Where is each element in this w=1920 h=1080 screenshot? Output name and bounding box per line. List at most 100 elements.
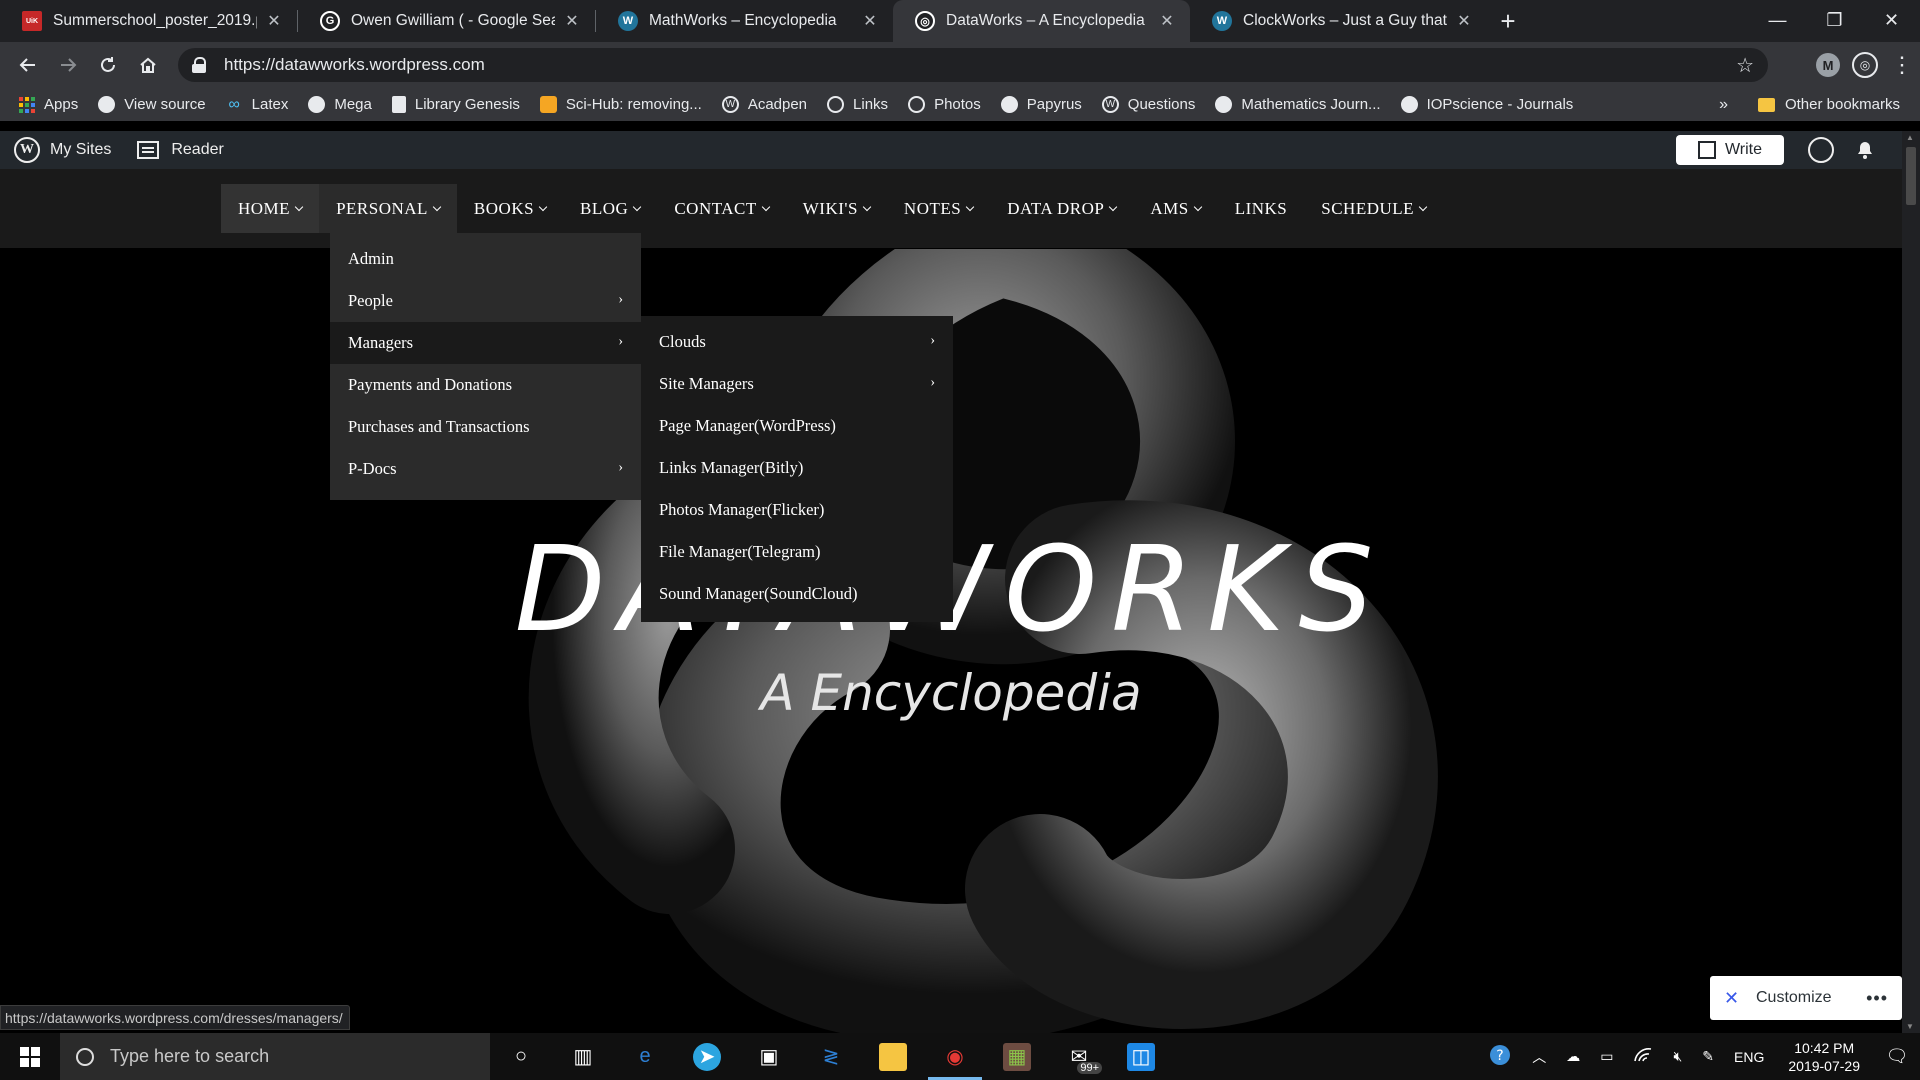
nav-item-ams[interactable]: AMS	[1133, 184, 1217, 233]
volume-muted-icon[interactable]: 🔇︎	[1673, 1048, 1682, 1065]
write-button[interactable]: Write	[1676, 135, 1784, 165]
chrome-taskbar-button[interactable]: ◉	[924, 1033, 986, 1080]
close-tab-icon[interactable]: ✕	[1455, 11, 1473, 31]
submenu-item-page-manager-wordpress[interactable]: Page Manager(WordPress)	[641, 405, 953, 447]
language-indicator[interactable]: ENG	[1734, 1049, 1764, 1065]
taskbar-search-box[interactable]: Type here to search	[60, 1033, 490, 1080]
submenu-item-payments-and-donations[interactable]: Payments and Donations	[330, 364, 641, 406]
scroll-up-icon[interactable]: ▲	[1906, 133, 1914, 142]
page-scrollbar[interactable]: ▲ ▼	[1902, 131, 1920, 1033]
bookmark-item[interactable]: Mega	[308, 96, 372, 113]
close-tab-icon[interactable]: ✕	[265, 11, 283, 31]
bookmark-item[interactable]: Papyrus	[1000, 96, 1082, 113]
home-button[interactable]	[128, 45, 168, 85]
reload-button[interactable]	[88, 45, 128, 85]
task-view-taskbar-button[interactable]: ▥	[552, 1033, 614, 1080]
bookmark-item[interactable]: Mathematics Journ...	[1215, 96, 1381, 113]
bookmark-item[interactable]: Links	[827, 96, 888, 113]
submenu-item-purchases-and-transactions[interactable]: Purchases and Transactions	[330, 406, 641, 448]
scrollbar-thumb[interactable]	[1906, 147, 1916, 205]
nav-item-schedule[interactable]: SCHEDULE	[1304, 184, 1443, 233]
edge-taskbar-button[interactable]: e	[614, 1033, 676, 1080]
visual-studio-taskbar-button[interactable]: ≷	[800, 1033, 862, 1080]
scroll-down-icon[interactable]: ▼	[1906, 1022, 1914, 1031]
submenu-item-file-manager-telegram[interactable]: File Manager(Telegram)	[641, 531, 953, 573]
nav-item-blog[interactable]: BLOG	[563, 184, 657, 233]
notifications-bell-icon[interactable]	[1854, 139, 1876, 161]
battery-icon[interactable]: ▭	[1600, 1048, 1613, 1065]
close-tab-icon[interactable]: ✕	[1158, 11, 1176, 31]
onedrive-cloud-icon[interactable]: ☁	[1566, 1048, 1580, 1065]
bookmark-item[interactable]: ∞ Latex	[226, 96, 288, 114]
close-window-button[interactable]: ✕	[1863, 0, 1920, 40]
cortana-taskbar-button[interactable]: ○	[490, 1033, 552, 1080]
other-bookmarks-folder[interactable]: Other bookmarks	[1757, 96, 1900, 113]
customize-button[interactable]: ✕ Customize •••	[1710, 976, 1902, 1020]
browser-tab-strip: UiK Summerschool_poster_2019.pdf ✕ G Owen Gw…	[0, 0, 1920, 42]
wifi-icon[interactable]	[1633, 1047, 1653, 1066]
bookmark-item[interactable]: Apps	[18, 96, 78, 113]
forward-button[interactable]	[48, 45, 88, 85]
submenu-item-sound-manager-soundcloud[interactable]: Sound Manager(SoundCloud)	[641, 573, 953, 615]
restore-button[interactable]: ❐	[1806, 0, 1863, 40]
bookmark-star-icon[interactable]: ☆	[1736, 53, 1754, 78]
mail-taskbar-button[interactable]: ✉ 99+	[1048, 1033, 1110, 1080]
dataworks-extension-icon[interactable]: ◎	[1852, 52, 1878, 78]
user-avatar[interactable]	[1808, 137, 1834, 163]
pen-workspace-icon[interactable]: ✎	[1702, 1048, 1714, 1065]
nav-item-personal[interactable]: PERSONAL	[319, 184, 457, 233]
bookmark-item[interactable]: View source	[98, 96, 206, 113]
file-explorer-taskbar-button[interactable]: ▬	[862, 1033, 924, 1080]
minecraft-taskbar-button[interactable]: ▦	[986, 1033, 1048, 1080]
submenu-item-people[interactable]: People ›	[330, 280, 641, 322]
browser-tab[interactable]: W ClockWorks – Just a Guy that LOV ✕	[1190, 0, 1487, 42]
help-icon[interactable]: ?	[1488, 1043, 1512, 1070]
store-taskbar-button[interactable]: ▣	[738, 1033, 800, 1080]
start-button[interactable]	[0, 1033, 60, 1080]
browser-tab[interactable]: UiK Summerschool_poster_2019.pdf ✕	[0, 0, 297, 42]
bookmark-item[interactable]: Library Genesis	[391, 96, 520, 113]
nav-item-data-drop[interactable]: DATA DROP	[990, 184, 1133, 233]
browser-menu-icon[interactable]: ⋮	[1890, 52, 1914, 78]
customize-more-icon[interactable]: •••	[1866, 988, 1888, 1009]
bookmark-item[interactable]: Sci-Hub: removing...	[539, 96, 702, 113]
bookmarks-overflow-button[interactable]: »	[1719, 96, 1728, 114]
bookmark-item[interactable]: W Acadpen	[721, 96, 807, 113]
bookmarks-bar: Apps View source ∞ Latex Mega Library Genesis…	[0, 88, 1920, 121]
submenu-item-p-docs[interactable]: P-Docs ›	[330, 448, 641, 490]
submenu-item-site-managers[interactable]: Site Managers ›	[641, 363, 953, 405]
back-button[interactable]	[8, 45, 48, 85]
nav-item-contact[interactable]: CONTACT	[657, 184, 785, 233]
my-sites-button[interactable]: W My Sites	[14, 137, 111, 163]
bookmark-item[interactable]: Photos	[908, 96, 981, 113]
browser-tab[interactable]: W MathWorks – Encyclopedia ✕	[596, 0, 893, 42]
nav-item-books[interactable]: BOOKS	[457, 184, 563, 233]
app-taskbar-button[interactable]: ◫	[1110, 1033, 1172, 1080]
browser-tab[interactable]: ◎ DataWorks – A Encyclopedia ✕	[893, 0, 1190, 42]
close-tab-icon[interactable]: ✕	[861, 11, 879, 31]
browser-toolbar: https://datawworks.wordpress.com ☆ M ◎ ⋮	[0, 42, 1920, 88]
browser-tab[interactable]: G Owen Gwilliam ( - Google Search ✕	[298, 0, 595, 42]
submenu-item-clouds[interactable]: Clouds ›	[641, 321, 953, 363]
profile-avatar[interactable]: M	[1816, 53, 1840, 77]
bookmark-item[interactable]: W Questions	[1101, 96, 1195, 113]
nav-item-notes[interactable]: NOTES	[887, 184, 990, 233]
minimize-button[interactable]: —	[1749, 0, 1806, 40]
submenu-item-links-manager-bitly[interactable]: Links Manager(Bitly)	[641, 447, 953, 489]
show-hidden-icons-chevron-up-icon[interactable]: ︿	[1532, 1047, 1546, 1067]
new-tab-button[interactable]: +	[1487, 0, 1529, 42]
reader-button[interactable]: Reader	[137, 141, 224, 159]
address-bar[interactable]: https://datawworks.wordpress.com ☆	[178, 48, 1768, 82]
submenu-item-admin[interactable]: Admin	[330, 238, 641, 280]
nav-item-home[interactable]: HOME	[221, 184, 320, 233]
nav-item-links[interactable]: LINKS	[1218, 184, 1305, 233]
submenu-item-managers[interactable]: Managers ›	[330, 322, 641, 364]
telegram-taskbar-button[interactable]: ➤	[676, 1033, 738, 1080]
taskbar-clock[interactable]: 10:42 PM 2019-07-29	[1788, 1039, 1860, 1075]
action-center-icon[interactable]: 🗨︎	[1874, 1046, 1920, 1067]
bookmark-item[interactable]: IOPscience - Journals	[1400, 96, 1573, 113]
nav-item-wiki-s[interactable]: WIKI'S	[786, 184, 887, 233]
nav-item-label: BOOKS	[473, 198, 535, 218]
submenu-item-photos-manager-flicker[interactable]: Photos Manager(Flicker)	[641, 489, 953, 531]
close-tab-icon[interactable]: ✕	[563, 11, 581, 31]
